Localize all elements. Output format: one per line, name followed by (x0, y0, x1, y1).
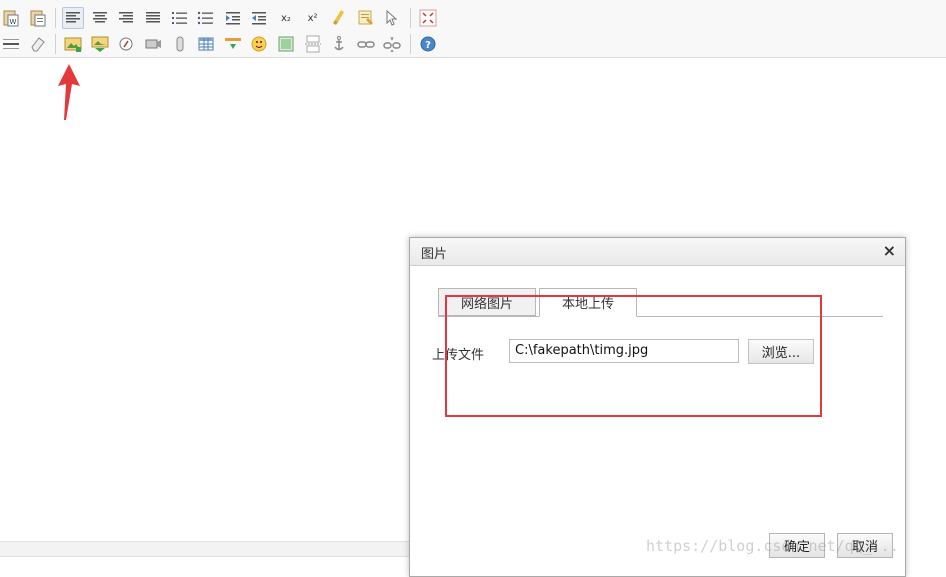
horizontal-rule-button[interactable] (0, 33, 22, 55)
insert-flash-icon (119, 37, 133, 51)
clear-format-button[interactable] (328, 7, 350, 29)
align-justify-button[interactable] (142, 7, 164, 29)
toolbar-row-2: ? (0, 31, 444, 57)
editor-statusbar (0, 541, 410, 557)
unlink-icon (383, 36, 402, 53)
insert-media-icon (145, 39, 161, 49)
annotation-highlight-box (445, 295, 822, 417)
eraser-icon (31, 37, 45, 52)
link-button[interactable] (355, 33, 377, 55)
format-painter-icon (358, 10, 373, 25)
subscript-icon: x₂ (280, 12, 291, 24)
code-button[interactable] (222, 33, 244, 55)
emoticon-button[interactable] (248, 33, 270, 55)
attachment-icon (176, 36, 184, 52)
subscript-button[interactable]: x₂ (275, 7, 297, 29)
toolbar-separator (409, 34, 411, 54)
insert-multi-image-icon (91, 36, 109, 52)
help-button[interactable]: ? (417, 33, 439, 55)
indent-icon (225, 12, 240, 25)
fullscreen-button[interactable] (417, 7, 439, 29)
link-icon (356, 41, 375, 48)
pagebreak-button[interactable] (302, 33, 324, 55)
svg-text:?: ? (425, 40, 431, 51)
svg-text:W: W (10, 18, 17, 26)
fullscreen-icon (419, 9, 437, 27)
dialog-title: 图片 (421, 247, 448, 262)
align-center-button[interactable] (89, 7, 111, 29)
align-right-icon (119, 12, 134, 23)
dialog-header: 图片 × (410, 238, 905, 266)
paste-word-button[interactable]: W (0, 7, 22, 29)
emoticon-icon (251, 36, 267, 52)
code-icon (224, 38, 241, 49)
watermark: https://blog.csdn.net/qq_... (646, 537, 899, 555)
paste-word-icon: W (3, 10, 19, 27)
attachment-button[interactable] (169, 33, 191, 55)
insert-flash-button[interactable] (115, 33, 137, 55)
pagebreak-icon (304, 35, 321, 53)
ordered-list-icon (171, 12, 187, 24)
select-all-icon (386, 9, 398, 26)
anchor-button[interactable] (328, 33, 350, 55)
toolbar-row-1: Wx₂ x² (0, 5, 444, 31)
help-icon: ? (420, 36, 436, 52)
table-icon (198, 37, 214, 51)
unlink-button[interactable] (381, 33, 403, 55)
eraser-button[interactable] (27, 33, 49, 55)
unordered-list-icon (197, 11, 214, 25)
align-left-button[interactable] (62, 7, 85, 29)
clear-format-icon (333, 10, 345, 25)
insert-image-icon (64, 37, 82, 52)
unordered-list-button[interactable] (195, 7, 217, 29)
horizontal-rule-icon (3, 39, 19, 49)
ordered-list-button[interactable] (169, 7, 191, 29)
align-center-icon (92, 12, 107, 23)
align-left-icon (66, 12, 81, 23)
paste-text-icon (30, 10, 46, 27)
table-button[interactable] (195, 33, 217, 55)
insert-multi-image-button[interactable] (89, 33, 111, 55)
align-justify-icon (145, 12, 160, 23)
superscript-button[interactable]: x² (302, 7, 324, 29)
toolbar-separator (409, 8, 411, 28)
paste-text-button[interactable] (27, 7, 49, 29)
toolbar-separator (55, 34, 57, 54)
select-all-button[interactable] (381, 7, 403, 29)
outdent-button[interactable] (248, 7, 270, 29)
template-icon (278, 36, 294, 52)
close-icon[interactable]: × (883, 241, 896, 260)
insert-media-button[interactable] (142, 33, 164, 55)
template-button[interactable] (275, 33, 297, 55)
editor-toolbar: Wx₂ x² ? (0, 0, 946, 58)
format-painter-button[interactable] (355, 7, 377, 29)
toolbar-separator (55, 8, 57, 28)
outdent-icon (252, 12, 267, 25)
annotation-arrow-icon (58, 64, 80, 120)
indent-button[interactable] (222, 7, 244, 29)
superscript-icon: x² (307, 12, 318, 24)
align-right-button[interactable] (115, 7, 137, 29)
anchor-icon (334, 36, 344, 51)
insert-image-button[interactable] (62, 33, 84, 55)
